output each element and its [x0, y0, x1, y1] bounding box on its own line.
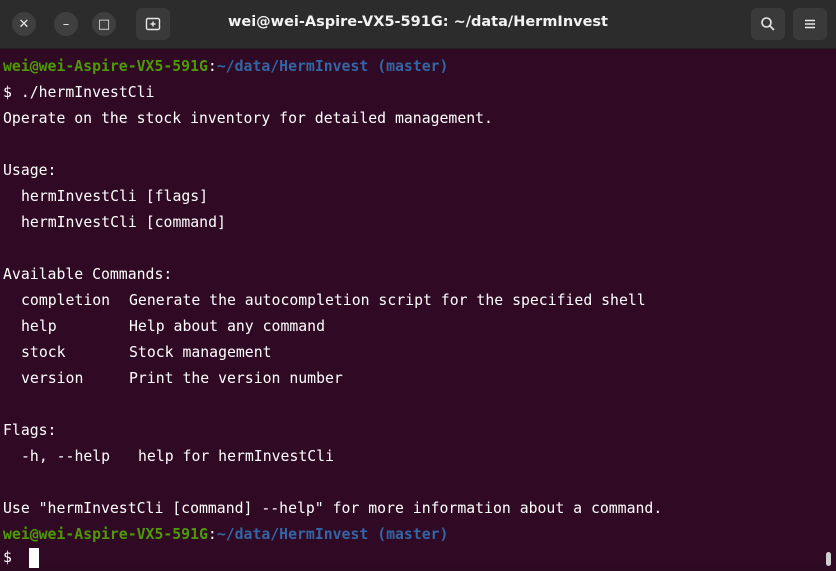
prompt-path: ~/data/HermInvest — [216, 58, 369, 75]
terminal-window: ✕ – □ wei@wei-Aspire-VX5-591G: ~/data/He… — [0, 0, 836, 568]
output-footer: Use "hermInvestCli [command] --help" for… — [3, 500, 663, 517]
usage-header: Usage: — [3, 162, 57, 179]
menu-button[interactable] — [793, 8, 827, 40]
output-intro: Operate on the stock inventory for detai… — [3, 110, 493, 127]
command-row: help Help about any command — [0, 314, 836, 340]
command-name: help — [21, 318, 57, 335]
window-title: wei@wei-Aspire-VX5-591G: ~/data/HermInve… — [227, 14, 608, 30]
prompt-separator: : — [207, 526, 217, 543]
prompt-path: ~/data/HermInvest — [216, 526, 369, 543]
prompt-symbol: $ — [3, 549, 21, 566]
prompt-userhost: wei@wei-Aspire-VX5-591G — [3, 526, 208, 543]
terminal-output[interactable]: wei@wei-Aspire-VX5-591G:~/data/HermInves… — [0, 49, 836, 568]
flag-row: -h, --help help for hermInvestCli — [0, 444, 836, 470]
prompt-symbol: $ — [3, 84, 21, 101]
prompt-userhost: wei@wei-Aspire-VX5-591G — [3, 58, 208, 75]
command-desc: Print the version number — [129, 370, 343, 387]
prompt-separator: : — [207, 58, 217, 75]
command-line: $ — [3, 545, 39, 571]
available-commands-header: Available Commands: — [3, 266, 173, 283]
search-icon — [761, 17, 775, 31]
command-name: completion — [21, 292, 111, 309]
hamburger-menu-icon — [805, 19, 815, 29]
command-name: version — [21, 370, 84, 387]
scrollbar[interactable] — [826, 552, 831, 566]
command-name: stock — [21, 344, 66, 361]
text-cursor — [28, 548, 39, 568]
flag-desc: help for hermInvestCli — [138, 448, 334, 465]
title-bar: ✕ – □ wei@wei-Aspire-VX5-591G: ~/data/He… — [0, 0, 836, 49]
command-line: $ ./hermInvestCli — [3, 80, 154, 106]
entered-command: ./hermInvestCli — [20, 84, 155, 101]
command-row: stock Stock management — [0, 340, 836, 366]
prompt-branch: (master) — [368, 58, 449, 75]
flag-name: -h, --help — [21, 448, 111, 465]
flags-header: Flags: — [3, 422, 57, 439]
usage-line: hermInvestCli [flags] — [21, 188, 209, 205]
usage-line: hermInvestCli [command] — [21, 214, 226, 231]
prompt-line: wei@wei-Aspire-VX5-591G:~/data/HermInves… — [3, 54, 448, 80]
prompt-branch: (master) — [368, 526, 449, 543]
search-button[interactable] — [751, 8, 785, 40]
prompt-line: wei@wei-Aspire-VX5-591G:~/data/HermInves… — [3, 522, 448, 548]
command-row: completion Generate the autocompletion sc… — [0, 288, 836, 314]
command-desc: Help about any command — [129, 318, 325, 335]
command-desc: Stock management — [129, 344, 272, 361]
command-desc: Generate the autocompletion script for t… — [129, 292, 646, 309]
command-row: version Print the version number — [0, 366, 836, 392]
